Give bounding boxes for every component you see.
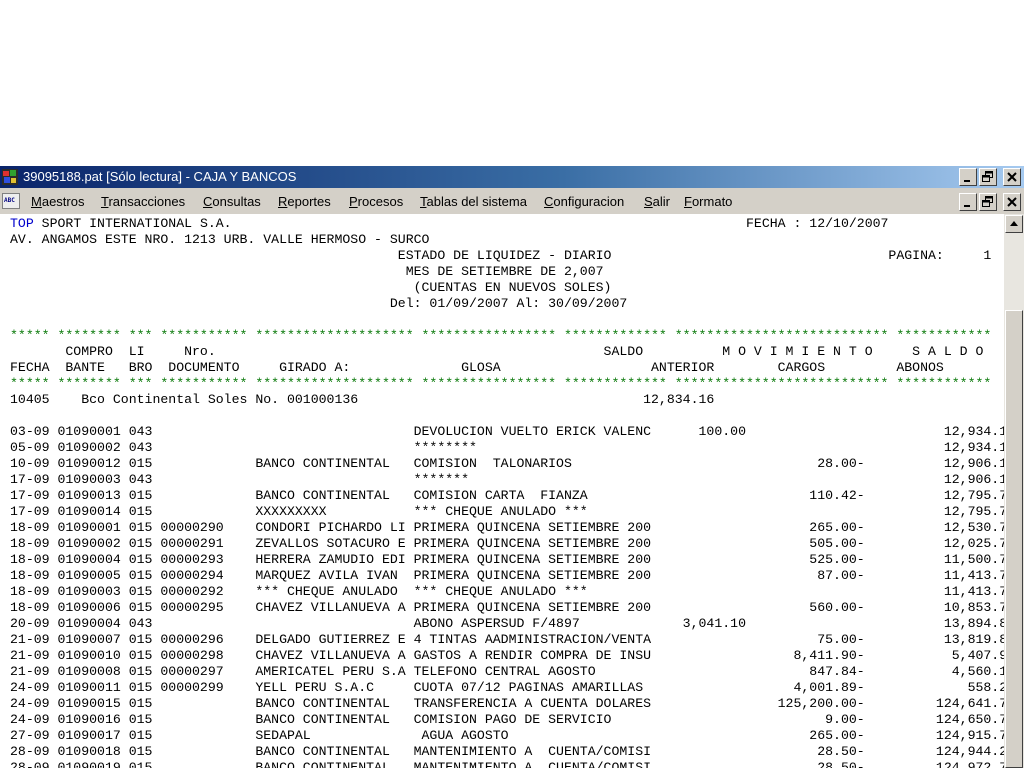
doc-close-button[interactable] bbox=[1003, 193, 1021, 211]
document-icon-label: ABC bbox=[4, 197, 15, 204]
vertical-scrollbar[interactable] bbox=[1004, 214, 1024, 768]
table-row: 21-09 01090007 015 00000296 DELGADO GUTI… bbox=[10, 632, 1004, 647]
table-row: 24-09 01090016 015 BANCO CONTINENTAL COM… bbox=[10, 712, 1004, 727]
close-icon bbox=[1007, 172, 1017, 182]
table-row: 21-09 01090008 015 00000297 AMERICATEL P… bbox=[10, 664, 1004, 679]
table-row: 18-09 01090004 015 00000293 HERRERA ZAMU… bbox=[10, 552, 1004, 567]
minimize-icon bbox=[964, 180, 970, 182]
close-icon bbox=[1007, 197, 1017, 207]
arrow-up-icon bbox=[1010, 221, 1018, 226]
column-header-1: COMPRO LI Nro. SALDO M O V I M I E N T O… bbox=[10, 344, 984, 359]
table-row: 03-09 01090001 043 DEVOLUCION VUELTO ERI… bbox=[10, 424, 1004, 439]
table-row: 18-09 01090003 015 00000292 *** CHEQUE A… bbox=[10, 584, 1004, 599]
app-window: 39095188.pat [Sólo lectura] - CAJA Y BAN… bbox=[0, 166, 1024, 768]
table-row: 17-09 01090014 015 XXXXXXXXX *** CHEQUE … bbox=[10, 504, 1004, 519]
restore-icon bbox=[982, 196, 993, 207]
menu-transacciones[interactable]: Transacciones bbox=[101, 194, 185, 209]
restore-icon bbox=[982, 171, 993, 182]
report-month: MES DE SETIEMBRE DE 2,007 bbox=[10, 264, 604, 279]
restore-button[interactable] bbox=[979, 168, 997, 186]
address-line: AV. ANGAMOS ESTE NRO. 1213 URB. VALLE HE… bbox=[10, 232, 430, 247]
account-line: 10405 Bco Continental Soles No. 00100013… bbox=[10, 392, 715, 407]
menu-salir[interactable]: Salir bbox=[644, 194, 670, 209]
menu-bar: ABC Maestros Transacciones Consultas Rep… bbox=[0, 188, 1024, 214]
table-row: 28-09 01090019 015 BANCO CONTINENTAL MAN… bbox=[10, 760, 1004, 768]
column-header-2: FECHA BANTE BRO DOCUMENTO GIRADO A: GLOS… bbox=[10, 360, 944, 375]
menu-consultas[interactable]: Consultas bbox=[203, 194, 261, 209]
table-row: 18-09 01090005 015 00000294 MARQUEZ AVIL… bbox=[10, 568, 1004, 583]
separator-bottom: ***** ******** *** *********** *********… bbox=[10, 376, 992, 391]
company-prefix: TOP bbox=[10, 216, 34, 231]
doc-minimize-button[interactable] bbox=[959, 193, 977, 211]
app-icon bbox=[2, 169, 18, 185]
menu-formato[interactable]: Formato bbox=[684, 194, 732, 209]
table-row: 17-09 01090013 015 BANCO CONTINENTAL COM… bbox=[10, 488, 1004, 503]
title-bar[interactable]: 39095188.pat [Sólo lectura] - CAJA Y BAN… bbox=[0, 166, 1024, 188]
table-row: 21-09 01090010 015 00000298 CHAVEZ VILLA… bbox=[10, 648, 1004, 663]
window-title: 39095188.pat [Sólo lectura] - CAJA Y BAN… bbox=[23, 169, 297, 184]
table-row: 28-09 01090018 015 BANCO CONTINENTAL MAN… bbox=[10, 744, 1004, 759]
table-row: 10-09 01090012 015 BANCO CONTINENTAL COM… bbox=[10, 456, 1004, 471]
table-row: 17-09 01090003 043 ******* 12,906.16 bbox=[10, 472, 1004, 487]
separator-top: ***** ******** *** *********** *********… bbox=[10, 328, 992, 343]
report-title: ESTADO DE LIQUIDEZ - DIARIO PAGINA: 1 bbox=[10, 248, 992, 263]
doc-restore-button[interactable] bbox=[979, 193, 997, 211]
table-row: 18-09 01090002 015 00000291 ZEVALLOS SOT… bbox=[10, 536, 1004, 551]
table-row: 05-09 01090002 043 ******** 12,934.16 bbox=[10, 440, 1004, 455]
close-button[interactable] bbox=[1003, 168, 1021, 186]
menu-reportes[interactable]: Reportes bbox=[278, 194, 331, 209]
table-row: 20-09 01090004 043 ABONO ASPERSUD F/4897… bbox=[10, 616, 1004, 631]
report-currency: (CUENTAS EN NUEVOS SOLES) bbox=[10, 280, 612, 295]
company-name-date: SPORT INTERNATIONAL S.A. FECHA : 12/10/2… bbox=[33, 216, 889, 231]
minimize-icon bbox=[964, 205, 970, 207]
table-row: 27-09 01090017 015 SEDAPAL AGUA AGOSTO 2… bbox=[10, 728, 1004, 743]
menu-configuracion[interactable]: Configuracion bbox=[544, 194, 624, 209]
scroll-thumb[interactable] bbox=[1005, 310, 1023, 768]
menu-maestros[interactable]: Maestros bbox=[31, 194, 84, 209]
scroll-up-button[interactable] bbox=[1005, 215, 1023, 233]
company-line: TOP SPORT INTERNATIONAL S.A. FECHA : 12/… bbox=[10, 216, 888, 232]
minimize-button[interactable] bbox=[959, 168, 977, 186]
report-date-range: Del: 01/09/2007 Al: 30/09/2007 bbox=[10, 296, 628, 311]
table-row: 24-09 01090011 015 00000299 YELL PERU S.… bbox=[10, 680, 1004, 695]
table-row: 24-09 01090015 015 BANCO CONTINENTAL TRA… bbox=[10, 696, 1004, 711]
menu-tablas-del-sistema[interactable]: Tablas del sistema bbox=[420, 194, 527, 209]
table-row: 18-09 01090001 015 00000290 CONDORI PICH… bbox=[10, 520, 1004, 535]
report-view[interactable]: TOP SPORT INTERNATIONAL S.A. FECHA : 12/… bbox=[0, 214, 1004, 768]
document-icon[interactable]: ABC bbox=[2, 193, 20, 209]
menu-procesos[interactable]: Procesos bbox=[349, 194, 403, 209]
table-row: 18-09 01090006 015 00000295 CHAVEZ VILLA… bbox=[10, 600, 1004, 615]
